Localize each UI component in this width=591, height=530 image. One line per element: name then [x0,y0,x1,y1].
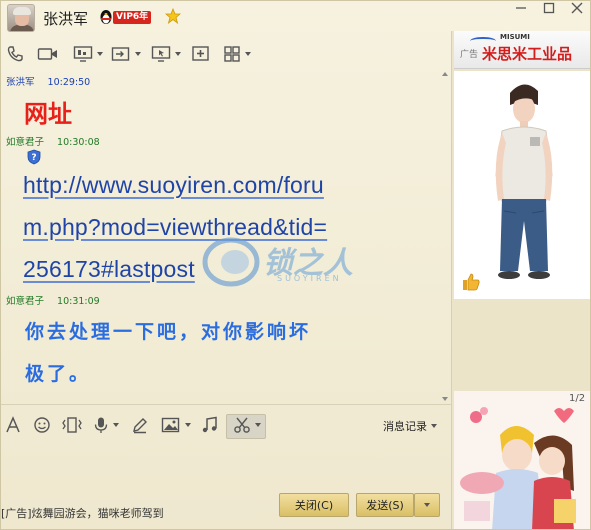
chevron-down-icon [431,424,437,428]
message-text: 网址 [24,100,72,128]
like-thumb-icon[interactable] [461,272,481,292]
message-text: 极了。 [25,363,92,385]
phone-icon[interactable] [6,43,24,65]
contact-name[interactable]: 张洪军 [43,8,88,29]
history-label: 消息记录 [383,420,427,433]
close-icon[interactable] [570,1,584,15]
scroll-down-icon[interactable] [442,397,448,401]
scroll-up-icon[interactable] [442,72,448,76]
handwriting-icon[interactable] [131,414,149,436]
bottom-ad-link[interactable]: [广告]炫舞园游会，猫咪老师驾到 [1,505,164,521]
sender-name: 如意君子 [6,137,45,148]
minimize-icon[interactable] [514,1,528,15]
side-ad-cartoon[interactable] [454,391,590,529]
message-time: 10:29:50 [47,77,91,88]
send-button[interactable]: 发送(S) [356,493,414,517]
sender-name: 如意君子 [6,296,45,307]
qq-penguin-icon [100,10,112,24]
ad-pager[interactable]: 1/2 [569,393,585,404]
watermark-logo: 锁之人 SUOYIREN [201,234,371,290]
apps-grid-icon[interactable] [223,43,251,65]
shake-icon[interactable] [61,414,83,436]
font-icon[interactable] [5,414,21,436]
input-divider[interactable] [1,404,451,405]
message-time: 10:30:08 [57,137,100,148]
message-time: 10:31:09 [57,296,100,307]
message-link[interactable]: 256173#lastpost [23,256,195,283]
vip-badge[interactable]: VIP6年 [113,11,152,24]
star-icon[interactable] [165,8,181,24]
chevron-down-icon [424,503,430,507]
maximize-icon[interactable] [542,1,556,15]
close-button[interactable]: 关闭(C) [279,493,349,517]
add-contact-icon[interactable] [191,43,211,65]
send-options-button[interactable] [414,493,440,517]
security-shield-icon[interactable]: ? [27,149,41,165]
emoji-icon[interactable] [33,414,51,436]
screenshot-scissors-icon[interactable] [233,414,261,436]
file-transfer-icon[interactable] [111,43,141,65]
avatar[interactable] [7,4,35,32]
screen-share-icon[interactable] [73,43,103,65]
remote-assist-icon[interactable] [151,43,181,65]
message-header: 如意君子 10:31:09 [6,293,100,307]
top-toolbar [1,39,451,69]
message-text: 你去处理一下吧，对你影响坏 [25,321,312,343]
message-link[interactable]: http://www.suoyiren.com/foru [23,172,324,199]
title-bar: 张洪军 VIP6年 [1,1,590,35]
svg-text:?: ? [31,153,36,163]
image-icon[interactable] [161,414,191,436]
chat-window: 张洪军 VIP6年 张洪军 10:29:50 网址 如意君子 10:30:08 … [0,0,591,530]
message-header: 如意君子 10:30:08 [6,134,100,148]
message-header: 张洪军 10:29:50 [6,74,90,88]
message-history-button[interactable]: 消息记录 [383,418,437,434]
voice-icon[interactable] [93,414,119,436]
music-icon[interactable] [201,414,219,436]
avatar-show-figure[interactable] [454,71,590,299]
sender-name: 张洪军 [6,77,35,88]
video-icon[interactable] [37,43,59,65]
banner-ad[interactable]: MISUMI 广告 米思米工业品 [454,31,590,69]
